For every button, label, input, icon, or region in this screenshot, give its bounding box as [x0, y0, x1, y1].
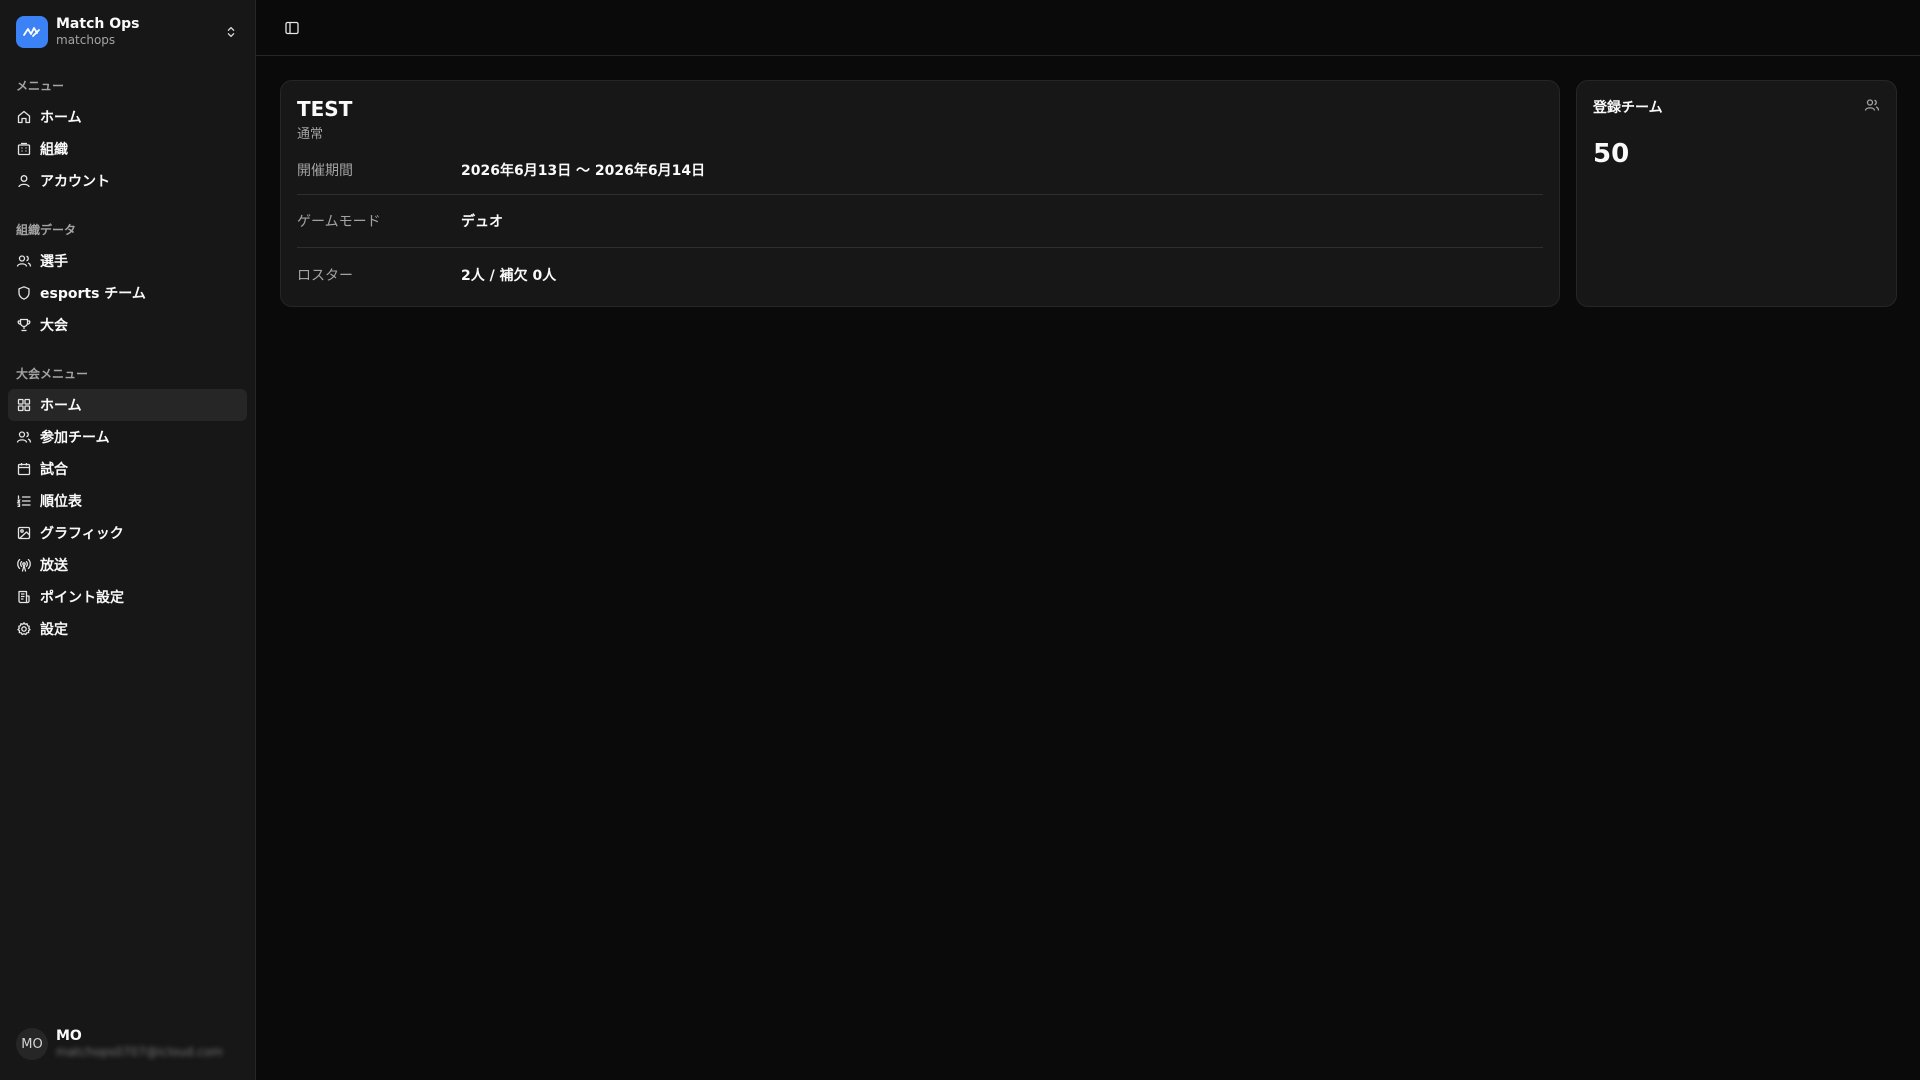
org-name: Match Ops [56, 16, 140, 33]
registered-teams-card: 登録チーム 50 [1576, 80, 1897, 307]
info-label: ゲームモード [297, 214, 381, 230]
sidebar-item-label: 選手 [40, 254, 68, 270]
user-menu[interactable]: MO MO matchops0707@icloud.com [8, 1020, 247, 1068]
info-label: ロスター [297, 267, 353, 284]
sidebar-item-organization[interactable]: 組織 [8, 133, 247, 165]
nav-group-menu: メニュー ホーム 組織 アカウント [0, 55, 255, 197]
sidebar-item-label: 組織 [40, 142, 68, 158]
user-icon [16, 173, 32, 189]
sidebar-item-label: esports チーム [40, 286, 146, 302]
nav-group-org-data: 組織データ 選手 esports チーム 大会 [0, 197, 255, 341]
sidebar-item-account[interactable]: アカウント [8, 165, 247, 197]
sidebar-item-players[interactable]: 選手 [8, 245, 247, 277]
main-area: TEST 通常 開催期間 2026年6月13日 〜 2026年6月14日 ゲーム… [256, 0, 1920, 1080]
sidebar-item-matches[interactable]: 試合 [8, 453, 247, 485]
user-name: MO [56, 1027, 82, 1044]
sidebar-item-label: 順位表 [40, 494, 82, 510]
sidebar: Match Ops matchops メニュー ホーム 組織 アカウント 組織デ… [0, 0, 256, 1080]
info-value: 2026年6月13日 〜 2026年6月14日 [461, 163, 706, 179]
sidebar-item-label: グラフィック [40, 526, 124, 542]
event-subtitle: 通常 [297, 127, 324, 142]
list-ordered-icon [16, 493, 32, 509]
info-row-game-mode: ゲームモード デュオ [297, 195, 1543, 248]
info-row-period: 開催期間 2026年6月13日 〜 2026年6月14日 [297, 153, 1543, 195]
avatar: MO [16, 1028, 48, 1060]
trophy-icon [16, 317, 32, 333]
users-icon [16, 253, 32, 269]
user-text: MO matchops0707@icloud.com [56, 1028, 223, 1061]
info-value: 2人 / 補欠 0人 [461, 267, 557, 284]
info-label: 開催期間 [297, 163, 353, 179]
event-title: TEST [297, 97, 353, 121]
sidebar-item-participating-teams[interactable]: 参加チーム [8, 421, 247, 453]
stat-header: 登録チーム [1593, 97, 1880, 117]
dashboard-content: TEST 通常 開催期間 2026年6月13日 〜 2026年6月14日 ゲーム… [256, 56, 1920, 307]
sidebar-item-label: ポイント設定 [40, 590, 124, 606]
nav-group-label: 大会メニュー [16, 366, 89, 381]
stat-value: 50 [1593, 139, 1630, 169]
panel-left-icon [285, 21, 299, 34]
sidebar-item-tournament-home[interactable]: ホーム [8, 389, 247, 421]
users-icon [16, 429, 32, 445]
broadcast-icon [16, 557, 32, 573]
org-switcher[interactable]: Match Ops matchops [8, 9, 247, 55]
sidebar-item-label: 設定 [40, 622, 68, 638]
sidebar-item-graphics[interactable]: グラフィック [8, 517, 247, 549]
event-summary-card: TEST 通常 開催期間 2026年6月13日 〜 2026年6月14日 ゲーム… [280, 80, 1560, 307]
sidebar-item-label: ホーム [40, 110, 82, 126]
gear-icon [16, 621, 32, 637]
sidebar-item-label: アカウント [40, 174, 110, 190]
info-value: デュオ [461, 214, 503, 230]
nav-group-label: メニュー [16, 78, 65, 93]
sidebar-item-esports-teams[interactable]: esports チーム [8, 277, 247, 309]
layout-grid-icon [16, 397, 32, 413]
sidebar-item-standings[interactable]: 順位表 [8, 485, 247, 517]
event-info-table: 開催期間 2026年6月13日 〜 2026年6月14日 ゲームモード デュオ … [297, 153, 1543, 301]
sidebar-item-broadcast[interactable]: 放送 [8, 549, 247, 581]
nav-group-tournament-menu: 大会メニュー ホーム 参加チーム 試合 順位表 グラフィック 放送 ポイント設定… [0, 341, 255, 645]
sidebar-item-home[interactable]: ホーム [8, 101, 247, 133]
chevrons-up-down-icon [223, 24, 239, 40]
receipt-icon [16, 589, 32, 605]
info-row-roster: ロスター 2人 / 補欠 0人 [297, 248, 1543, 301]
shield-icon [16, 285, 32, 301]
sidebar-item-label: 試合 [40, 462, 68, 478]
sidebar-item-label: 大会 [40, 318, 68, 334]
sidebar-item-label: 放送 [40, 558, 68, 574]
users-icon [1864, 97, 1880, 117]
org-logo-icon [16, 16, 48, 48]
sidebar-toggle-button[interactable] [278, 14, 306, 42]
building-icon [16, 141, 32, 157]
sidebar-item-settings[interactable]: 設定 [8, 613, 247, 645]
app-root: Match Ops matchops メニュー ホーム 組織 アカウント 組織デ… [0, 0, 1920, 1080]
sidebar-item-tournaments[interactable]: 大会 [8, 309, 247, 341]
calendar-icon [16, 461, 32, 477]
org-slug: matchops [56, 33, 116, 48]
sidebar-item-point-settings[interactable]: ポイント設定 [8, 581, 247, 613]
nav-group-label: 組織データ [16, 222, 77, 237]
home-icon [16, 109, 32, 125]
image-icon [16, 525, 32, 541]
user-email: matchops0707@icloud.com [56, 1045, 223, 1060]
sidebar-item-label: ホーム [40, 398, 82, 414]
stat-title: 登録チーム [1593, 100, 1663, 116]
topbar [256, 0, 1920, 56]
org-text: Match Ops matchops [56, 16, 223, 47]
sidebar-item-label: 参加チーム [40, 430, 110, 446]
